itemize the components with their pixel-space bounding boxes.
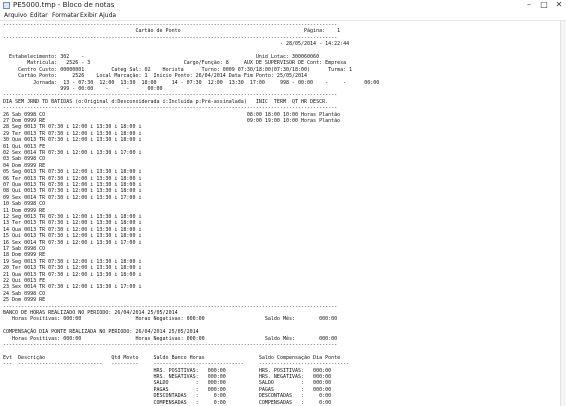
text-line: SALDO : 000:00 SALDO : 000:00	[3, 380, 332, 387]
text-line: 999 - 00:00 - - 00:00	[3, 86, 163, 92]
text-line: ----------------------------------------…	[3, 34, 338, 41]
text-line: 24 Sab 0998 CO	[3, 290, 46, 297]
text-line: ----------------------------------------…	[3, 105, 338, 112]
text-line: 11 Dom 0999 RE	[3, 207, 46, 214]
text-line: 28 Seg 0013 TR 07:30 i 12:00 i 13:30 i 1…	[3, 124, 142, 131]
text-line: Cartão Ponto: 2526 Local Marcação: 1 Iní…	[3, 73, 308, 80]
text-line: Centro Custo: 00000001 Categ Sal: 02 Hor…	[3, 66, 353, 73]
text-line: 12 Seg 0013 TR 07:30 i 12:00 i 13:30 i 1…	[3, 214, 142, 220]
menu-item-exibir[interactable]: Exibir	[80, 11, 97, 20]
vertical-scrollbar[interactable]	[560, 21, 566, 406]
text-line: 03 Sab 0998 CO	[3, 156, 46, 163]
text-line: 01 Qui 0013 FE	[3, 143, 46, 150]
text-line: 22 Qui 0013 FE	[3, 278, 46, 284]
minimize-button[interactable]: –	[522, 0, 536, 10]
menu-item-editar[interactable]: Editar	[30, 11, 48, 20]
text-line: Horas Positivas: 000:00 Horas Negativas:…	[3, 316, 338, 323]
menu-item-formatar[interactable]: Formatar	[52, 11, 79, 20]
text-line: 30 Qua 0013 TR 07:30 i 12:00 i 13:30 i 1…	[3, 137, 142, 144]
title-bar[interactable]: PE5000.tmp - Bloco de notas – □ ✕	[0, 0, 566, 11]
text-line: 20 Ter 0013 TR 07:30 i 12:00 i 13:30 i 1…	[3, 265, 142, 272]
text-line: 17 Sab 0998 CO	[3, 246, 46, 252]
text-line: 18 Dom 0999 RE	[3, 252, 46, 259]
text-line: Cartão de Ponto Página: 1	[3, 28, 341, 35]
text-line: 19 Seg 0013 TR 07:30 i 12:00 i 13:30 i 1…	[3, 258, 142, 265]
text-line: 14 Qua 0013 TR 07:30 i 12:00 i 13:30 i 1…	[3, 226, 142, 233]
text-line: 07 Qua 0013 TR 07:30 i 12:00 i 13:30 i 1…	[3, 182, 142, 188]
text-line: 08 Qui 0013 TR 07:30 i 12:00 i 13:30 i 1…	[3, 188, 142, 195]
text-line: 16 Sex 0014 TR 07:30 i 12:00 i 13:30 i 1…	[3, 239, 142, 246]
text-line: ----------------------------------------…	[3, 303, 338, 310]
text-line: Horas Positivas: 000:00 Horas Negativas:…	[3, 335, 338, 342]
text-line: 15 Qui 0013 TR 07:30 i 12:00 i 13:30 i 1…	[3, 233, 142, 240]
text-line: 26 Sab 0998 CO 08:00 18:00 10:00 Horas P…	[3, 111, 341, 118]
notepad-window: PE5000.tmp - Bloco de notas – □ ✕ Arquiv…	[0, 0, 566, 406]
text-line: 04 Dom 0999 RE	[3, 162, 46, 169]
text-line: ----------------------------------------…	[3, 92, 338, 99]
text-line: 06 Ter 0013 TR 07:30 i 12:00 i 13:30 i 1…	[3, 175, 142, 182]
text-editor-area[interactable]: ----------------------------------------…	[0, 21, 560, 406]
text-line: 29 Ter 0013 TR 07:30 i 12:00 i 13:30 i 1…	[3, 130, 142, 137]
text-line: 13 Ter 0013 TR 07:30 i 12:00 i 13:30 i 1…	[3, 220, 142, 227]
notepad-icon	[3, 2, 10, 9]
text-line: 25 Dom 0999 RE	[3, 297, 46, 304]
text-line: PAGAS : 000:00 PAGAS : 000:00	[3, 386, 332, 393]
text-line: DIA SEM JRND TD BATIDAS (o:Original d:De…	[3, 98, 329, 105]
text-line: 10 Sab 0998 CO	[3, 201, 46, 208]
text-line: DESCONTADAS : 0:00 DESCONTADAS : 0:00	[3, 393, 332, 400]
text-line: 21 Qua 0013 TR 07:30 i 12:00 i 13:30 i 1…	[3, 271, 142, 278]
text-line: 09 Sex 0014 TR 07:30 i 12:00 i 13:30 i 1…	[3, 194, 142, 201]
text-line: --- ---------------------------- -------…	[3, 361, 350, 368]
text-line: Evt Descrição Qtd Movto Saldo Banco Hora…	[3, 354, 341, 361]
menu-bar: Arquivo Editar Formatar Exibir Ajuda	[0, 11, 566, 21]
text-line: 02 Sex 0014 TR 07:30 i 12:00 i 13:30 i 1…	[3, 150, 142, 156]
text-line: 23 Sex 0014 TR 07:30 i 12:00 i 13:30 i 1…	[3, 284, 142, 291]
window-title: PE5000.tmp - Bloco de notas	[13, 1, 115, 9]
text-line: HRS. NEGATIVAS: 000:00 HRS. NEGATIVAS: 0…	[3, 374, 332, 380]
text-line: Jornada: 13 - 07:30 12:00 13:30 18:00 14…	[3, 79, 380, 86]
close-button[interactable]: ✕	[552, 0, 566, 10]
text-line: 27 Dom 0999 RE 09:00 19:00 10:00 Horas P…	[3, 118, 341, 124]
text-line: COMPENSADAS : 0:00 COMPENSADAS : 0:00	[3, 399, 332, 406]
menu-item-ajuda[interactable]: Ajuda	[99, 11, 116, 20]
maximize-button[interactable]: □	[537, 0, 551, 10]
text-line: COMPENSAÇÃO DIA PONTE REALIZADA NO PERIO…	[3, 329, 199, 336]
text-line: 05 Seg 0013 TR 07:30 i 12:00 i 13:30 i 1…	[3, 169, 142, 176]
menu-item-arquivo[interactable]: Arquivo	[4, 11, 27, 20]
text-line: Matrícula: 2526 - 3 Cargo/Função: 8 AUX …	[3, 60, 347, 67]
text-line: ----------------------------------------…	[3, 342, 338, 348]
text-line: - 28/05/2014 - 14:22:44	[3, 41, 350, 48]
text-line: HRS. POSITIVAS: 000:00 HRS. POSITIVAS: 0…	[3, 367, 332, 374]
